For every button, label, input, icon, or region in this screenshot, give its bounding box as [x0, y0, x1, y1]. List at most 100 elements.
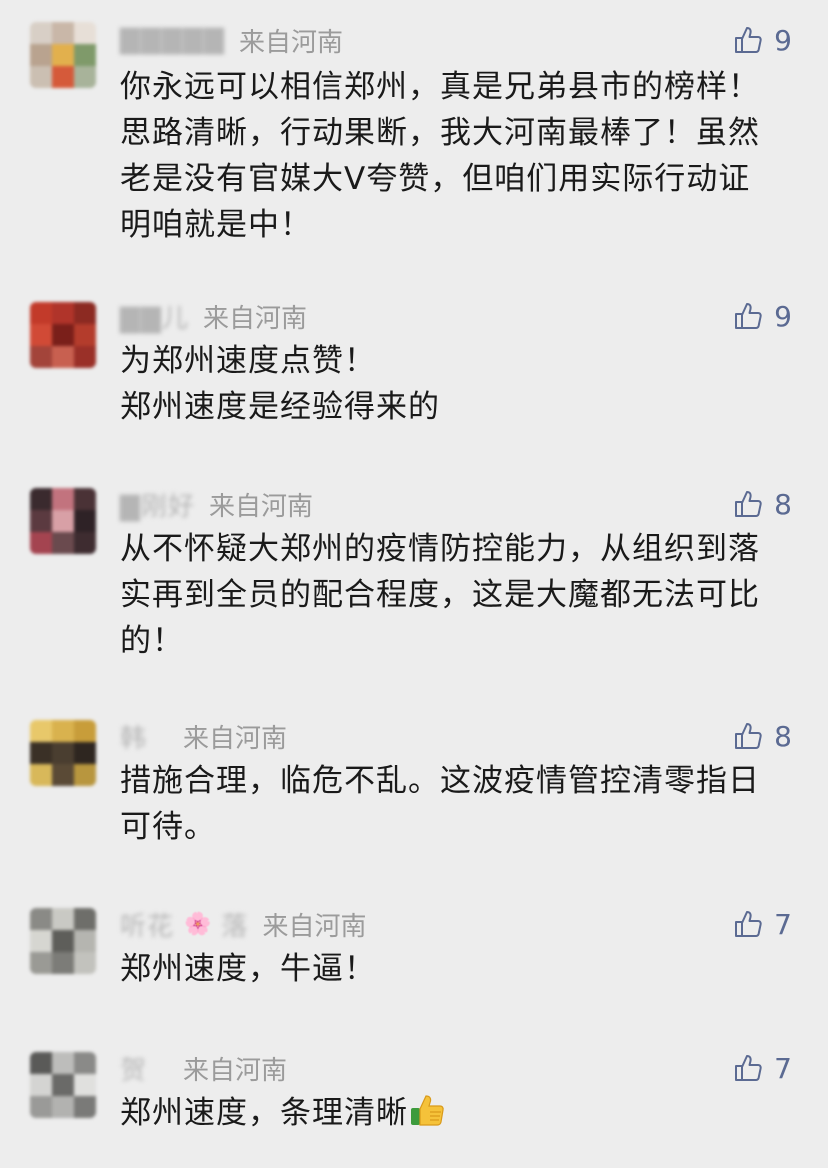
avatar[interactable]	[30, 488, 96, 554]
avatar-mosaic-cell	[52, 532, 74, 554]
avatar[interactable]	[30, 908, 96, 974]
thumbs-up-emoji-icon	[411, 1095, 444, 1126]
avatar-mosaic-cell	[30, 1052, 52, 1074]
comment-line: 可待。	[120, 809, 216, 845]
nickname[interactable]: 韩	[120, 718, 147, 755]
region-label: 来自河南	[183, 1055, 288, 1086]
comment-line: 为郑州速度点赞！	[120, 343, 376, 379]
avatar[interactable]	[30, 302, 96, 368]
avatar-mosaic-cell	[30, 66, 52, 88]
avatar-mosaic-cell	[52, 22, 74, 44]
like-count: 7	[774, 1051, 792, 1085]
avatar-mosaic-cell	[52, 1096, 74, 1118]
nickname[interactable]: 听花	[120, 906, 174, 943]
nickname[interactable]: 贺	[120, 1050, 147, 1087]
avatar-mosaic-cell	[52, 44, 74, 66]
avatar-mosaic-cell	[30, 720, 52, 742]
comment-text: 为郑州速度点赞！ 郑州速度是经验得来的	[120, 338, 796, 430]
avatar-mosaic-cell	[30, 532, 52, 554]
avatar-mosaic-cell	[30, 1074, 52, 1096]
comment-line: 明咱就是中！	[120, 207, 312, 243]
like-button[interactable]: 7	[732, 1048, 792, 1088]
avatar[interactable]	[30, 720, 96, 786]
thumbs-up-icon	[735, 911, 762, 937]
avatar-mosaic-cell	[74, 720, 96, 742]
avatar-mosaic-cell	[52, 764, 74, 786]
comment-text: 郑州速度，牛逼！	[120, 946, 796, 992]
comment-line: 的！	[120, 623, 184, 659]
avatar-mosaic-cell	[52, 1074, 74, 1096]
like-button[interactable]: 9	[732, 20, 792, 60]
comment-text: 郑州速度，条理清晰	[120, 1090, 796, 1136]
like-button[interactable]: 9	[732, 296, 792, 336]
avatar-mosaic-cell	[74, 1052, 96, 1074]
avatar-mosaic-cell	[74, 952, 96, 974]
avatar-mosaic-cell	[74, 66, 96, 88]
like-button[interactable]: 8	[732, 484, 792, 524]
avatar-mosaic-cell	[30, 22, 52, 44]
thumbs-up-icon	[735, 1055, 762, 1081]
avatar-mosaic-cell	[52, 742, 74, 764]
avatar-mosaic-cell	[52, 720, 74, 742]
avatar-mosaic-cell	[52, 346, 74, 368]
avatar-mosaic-cell	[52, 66, 74, 88]
avatar-mosaic-cell	[30, 510, 52, 532]
avatar-mosaic-cell	[74, 742, 96, 764]
avatar-mosaic-cell	[74, 302, 96, 324]
comment-text: 你永远可以相信郑州，真是兄弟县市的榜样！ 思路清晰，行动果断，我大河南最棒了！虽…	[120, 64, 796, 248]
avatar-mosaic-cell	[74, 488, 96, 510]
comment-header: 韩 来自河南	[120, 716, 287, 756]
comment-header: ▇▇▇▇▇ 来自河南	[120, 20, 343, 60]
comment-text: 措施合理，临危不乱。这波疫情管控清零指日 可待。	[120, 758, 796, 850]
avatar-mosaic-cell	[52, 1052, 74, 1074]
avatar-mosaic-cell	[52, 302, 74, 324]
avatar-mosaic-cell	[30, 44, 52, 66]
avatar-mosaic-cell	[74, 908, 96, 930]
comment-header: 听花 🌸 落 来自河南	[120, 904, 366, 944]
like-count: 8	[774, 719, 792, 753]
comment-header: ▇刚好 来自河南	[120, 484, 313, 524]
comment-line: 郑州速度，牛逼！	[120, 951, 376, 987]
comment-text: 从不怀疑大郑州的疫情防控能力，从组织到落 实再到全员的配合程度，这是大魔都无法可…	[120, 526, 796, 664]
comment-line: 郑州速度是经验得来的	[120, 389, 440, 425]
avatar-mosaic-cell	[30, 908, 52, 930]
nickname[interactable]: ▇刚好	[120, 486, 195, 523]
avatar-mosaic-cell	[52, 488, 74, 510]
avatar[interactable]	[30, 1052, 96, 1118]
avatar-mosaic-cell	[52, 510, 74, 532]
comment-line: 你永远可以相信郑州，真是兄弟县市的榜样！	[120, 69, 760, 105]
thumbs-up-icon	[735, 27, 762, 53]
avatar-mosaic-cell	[52, 324, 74, 346]
avatar-mosaic-cell	[74, 44, 96, 66]
avatar-mosaic-cell	[30, 742, 52, 764]
nickname-suffix[interactable]: 落	[221, 906, 248, 943]
like-count: 9	[774, 299, 792, 333]
like-count: 7	[774, 907, 792, 941]
like-button[interactable]: 7	[732, 904, 792, 944]
comment-line: 从不怀疑大郑州的疫情防控能力，从组织到落	[120, 531, 760, 567]
region-label: 来自河南	[262, 911, 367, 942]
avatar-mosaic-cell	[74, 346, 96, 368]
like-button[interactable]: 8	[732, 716, 792, 756]
thumbs-up-icon	[735, 491, 762, 517]
avatar-mosaic-cell	[74, 1074, 96, 1096]
comment-list: ▇▇▇▇▇ 来自河南 9 你永远可以相信郑州，真是兄弟县市的榜样！ 思路清晰，行…	[0, 0, 828, 1168]
comment-line: 郑州速度，条理清晰	[120, 1090, 796, 1136]
like-count: 9	[774, 23, 792, 57]
avatar-mosaic-cell	[52, 930, 74, 952]
region-label: 来自河南	[203, 303, 308, 334]
comment-line: 老是没有官媒大V夸赞，但咱们用实际行动证	[120, 161, 751, 197]
avatar-mosaic-cell	[30, 346, 52, 368]
avatar-mosaic-cell	[52, 952, 74, 974]
nickname[interactable]: ▇▇儿	[120, 298, 189, 335]
avatar[interactable]	[30, 22, 96, 88]
avatar-mosaic-cell	[30, 324, 52, 346]
like-count: 8	[774, 487, 792, 521]
comment-header: ▇▇儿 来自河南	[120, 296, 307, 336]
region-label: 来自河南	[183, 723, 288, 754]
avatar-mosaic-cell	[74, 510, 96, 532]
comment-header: 贺 来自河南	[120, 1048, 287, 1088]
comment-line: 措施合理，临危不乱。这波疫情管控清零指日	[120, 763, 760, 799]
region-label: 来自河南	[238, 27, 343, 58]
nickname[interactable]: ▇▇▇▇▇	[120, 25, 225, 55]
